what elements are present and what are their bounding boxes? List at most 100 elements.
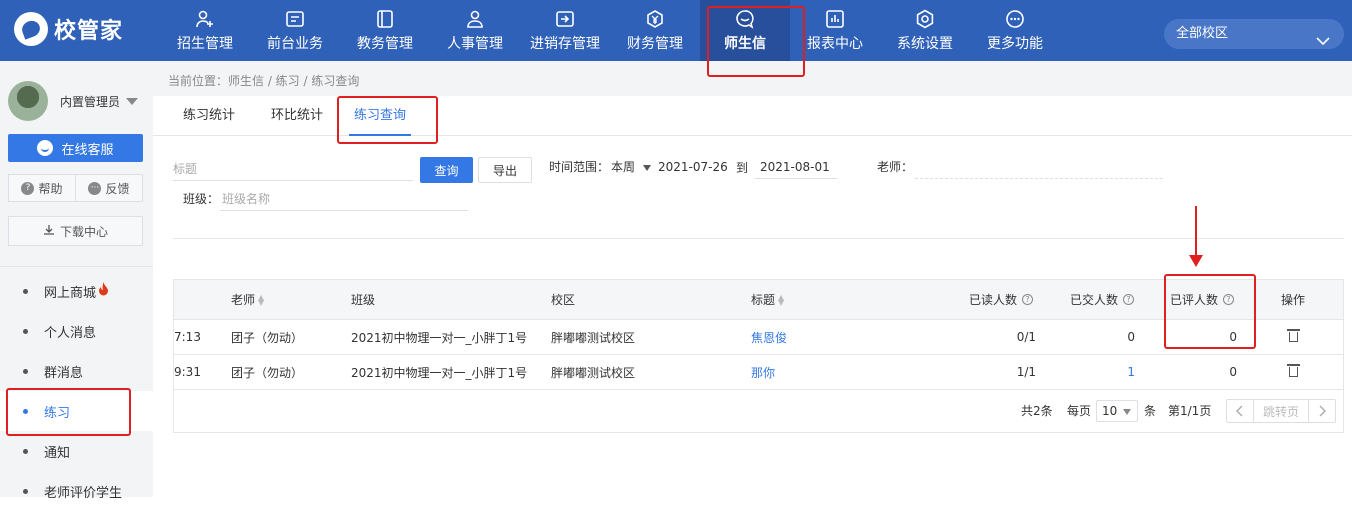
nav-item-inventory[interactable]: 进销存管理 [520,0,610,61]
table-header: 老师 ▲ ▼ 班级 校区 标题 ▲ ▼ 已读人数? 已交人数? 已评人数? 操作 [174,280,1343,320]
main-content: 当前位置：师生信 / 练习 / 练习查询 练习统计 环比统计 练习查询 标题 查… [153,61,1352,497]
period-select[interactable]: 本周 [611,155,652,179]
sidebar-item-online-mall[interactable]: 网上商城 [0,271,153,311]
export-button[interactable]: 导出 [478,157,532,183]
chevron-right-icon[interactable] [1309,400,1335,422]
sidebar-item-teacher-evaluation[interactable]: 老师评价学生 [0,471,153,511]
sort-icon: ▲ ▼ [258,292,265,307]
divider [173,238,1344,239]
cell-title-link[interactable]: 那你 [751,355,775,389]
online-service-label: 在线客服 [61,142,114,158]
class-input[interactable]: 班级名称 [220,187,468,211]
brand-name: 校管家 [54,19,124,44]
tab-bar: 练习统计 环比统计 练习查询 [153,96,1352,136]
cell-time: 9:31 [174,365,201,379]
cell-submitted: 0 [1127,330,1135,344]
bullet-dot [23,368,28,374]
sidebar-menu: 网上商城 个人消息 群消息 练习 通知 老师评价学生 [0,271,153,511]
nav-item-settings[interactable]: 系统设置 [880,0,970,61]
nav-label: 报表中心 [807,35,863,52]
help-label: 帮助 [38,181,63,196]
sidebar-item-personal-messages[interactable]: 个人消息 [0,311,153,351]
sidebar-item-group-messages[interactable]: 群消息 [0,351,153,391]
feedback-label: 反馈 [105,181,130,196]
delete-button[interactable] [1286,355,1300,389]
delete-button[interactable] [1286,320,1300,354]
teacher-label: 老师： [877,160,914,174]
user-profile[interactable]: 内置管理员 [8,81,139,121]
nav-item-front-desk[interactable]: 前台业务 [250,0,340,61]
help-icon[interactable]: ? [1123,294,1135,305]
nav-item-hr[interactable]: 人事管理 [430,0,520,61]
end-date-input[interactable]: 2021-08-01 [755,155,837,179]
bullet-dot [23,288,28,294]
header-label: 已交人数 [1070,293,1119,307]
chevron-left-icon[interactable] [1227,400,1253,422]
sidebar-item-label: 网上商城 [44,285,97,301]
caret-down-icon [1123,409,1131,415]
help-icon[interactable]: ? [1223,294,1235,305]
nav-item-more[interactable]: 更多功能 [970,0,1060,61]
gear-icon [915,9,935,29]
tab-practice-stats[interactable]: 练习统计 [183,96,235,136]
cell-title-link[interactable]: 焦恩俊 [751,320,787,354]
table-row: 9:31 团子（勿动） 2021初中物理一对一_小胖丁1号 胖嘟嘟测试校区 那你… [174,355,1343,390]
online-service-button[interactable]: 在线客服 [8,134,143,162]
nav-item-finance[interactable]: 财务管理 [610,0,700,61]
sidebar-item-label: 通知 [44,445,71,461]
nav-label: 招生管理 [177,35,233,52]
headset-icon [37,140,54,156]
title-input[interactable]: 标题 [173,157,413,181]
bullet-dot [23,408,28,414]
nav-item-reports[interactable]: 报表中心 [790,0,880,61]
breadcrumb: 当前位置：师生信 / 练习 / 练习查询 [168,74,360,88]
per-page-select[interactable]: 10 [1096,400,1138,422]
cell-submitted-link[interactable]: 1 [1070,355,1135,389]
nav-item-teacher-student-messages[interactable]: 师生信 [700,0,790,61]
jump-page-button[interactable]: 跳转页 [1253,400,1309,422]
cell-reviewed: 0 [1229,330,1237,344]
campus-select[interactable]: 全部校区 [1164,19,1344,49]
nav-label: 教务管理 [357,35,413,52]
book-icon [375,9,395,29]
cell-campus: 胖嘟嘟测试校区 [551,365,636,380]
cell-teacher: 团子（勿动） [231,330,304,345]
tab-practice-query[interactable]: 练习查询 [349,96,411,136]
message-dots-icon: ··· [88,181,102,195]
per-page-label: 每页 [1067,404,1092,418]
sidebar-item-practice[interactable]: 练习 [0,391,153,431]
trash-icon [1287,329,1300,342]
chat-icon [735,9,755,29]
header-submitted-count: 已交人数? [1070,280,1135,319]
feedback-button[interactable]: ··· 反馈 [75,175,142,201]
query-button[interactable]: 查询 [420,157,473,183]
fire-icon [98,282,109,300]
more-icon [1005,9,1025,29]
sidebar-item-label: 个人消息 [44,325,97,341]
sidebar-item-notifications[interactable]: 通知 [0,431,153,471]
nav-label: 师生信 [724,35,766,52]
help-button[interactable]: ? 帮助 [9,175,75,201]
header-title[interactable]: 标题 ▲ ▼ [751,280,784,319]
header-teacher[interactable]: 老师 ▲ ▼ [231,280,264,319]
tab-period-comparison[interactable]: 环比统计 [271,96,323,136]
nav-label: 系统设置 [897,35,953,52]
annotation-arrow [1189,206,1203,267]
caret-down-icon [643,164,652,171]
nav-label: 财务管理 [627,35,683,52]
logo-mark-icon [14,12,48,46]
chart-icon [825,9,845,29]
teacher-select[interactable] [915,155,1163,179]
sidebar: 内置管理员 在线客服 ? 帮助 ··· 反馈 下载中心 网上商城 个人消息 群消… [0,61,153,501]
nav-item-admissions[interactable]: 招生管理 [160,0,250,61]
bullet-dot [23,488,28,494]
help-icon[interactable]: ? [1022,294,1034,305]
nav-item-academic[interactable]: 教务管理 [340,0,430,61]
download-center-label: 下载中心 [59,224,108,239]
download-center-button[interactable]: 下载中心 [8,216,143,246]
bullet-dot [23,328,28,334]
start-date-input[interactable]: 2021-07-26 [658,155,738,179]
page-indicator: 第1/1页 [1168,404,1212,418]
chevron-down-icon [1316,28,1330,58]
brand-logo[interactable]: 校管家 [14,12,123,46]
